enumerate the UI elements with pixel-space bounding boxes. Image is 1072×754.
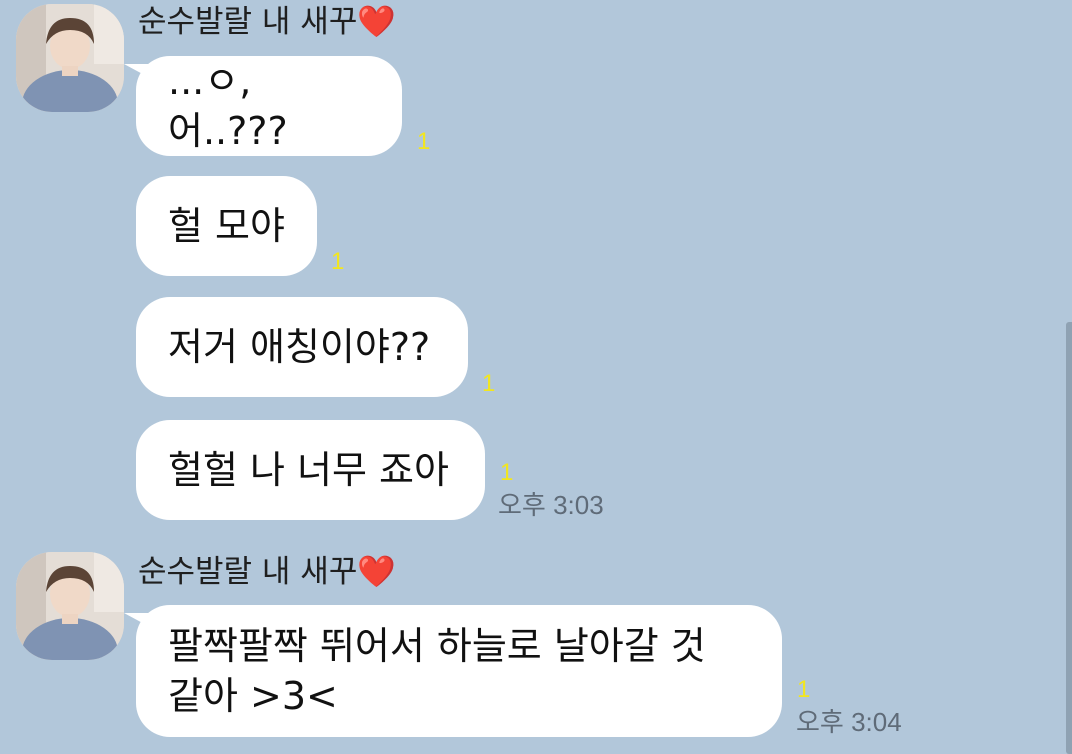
message-timestamp: 오후 3:04 [796, 707, 902, 737]
message-bubble[interactable]: 헐 모야 [136, 176, 317, 276]
message-bubble[interactable]: 팔짝팔짝 뛰어서 하늘로 날아갈 것 같아 >3< [124, 605, 782, 737]
sender-avatar[interactable] [16, 552, 124, 660]
profile-photo [16, 4, 124, 112]
heart-icon: ❤️ [357, 554, 396, 590]
heart-icon: ❤️ [357, 4, 396, 40]
message-bubble[interactable]: 저거 애칭이야?? [136, 297, 468, 397]
scrollbar[interactable] [1066, 322, 1072, 754]
message-text: 팔짝팔짝 뛰어서 하늘로 날아갈 것 같아 >3< [168, 624, 706, 718]
profile-photo [16, 552, 124, 660]
sender-avatar[interactable] [16, 4, 124, 112]
sender-name-text: 순수발랄 내 새꾸 [138, 4, 358, 40]
unread-count: 1 [797, 676, 811, 703]
message-text: 헐헐 나 너무 죠아 [168, 448, 449, 492]
sender-name: 순수발랄 내 새꾸❤️ [138, 552, 396, 592]
message-bubble[interactable]: ...ㅇ, 어..??? [124, 56, 402, 156]
message-timestamp: 오후 3:03 [498, 490, 604, 520]
unread-count: 1 [482, 370, 496, 397]
sender-name: 순수발랄 내 새꾸❤️ [138, 2, 396, 42]
message-text: ...ㅇ, 어..??? [168, 59, 288, 153]
message-bubble[interactable]: 헐헐 나 너무 죠아 [136, 420, 485, 520]
message-text: 헐 모야 [168, 204, 285, 248]
sender-name-text: 순수발랄 내 새꾸 [138, 554, 358, 590]
unread-count: 1 [500, 459, 514, 486]
unread-count: 1 [331, 248, 345, 275]
message-text: 저거 애칭이야?? [168, 325, 431, 369]
unread-count: 1 [417, 128, 431, 155]
